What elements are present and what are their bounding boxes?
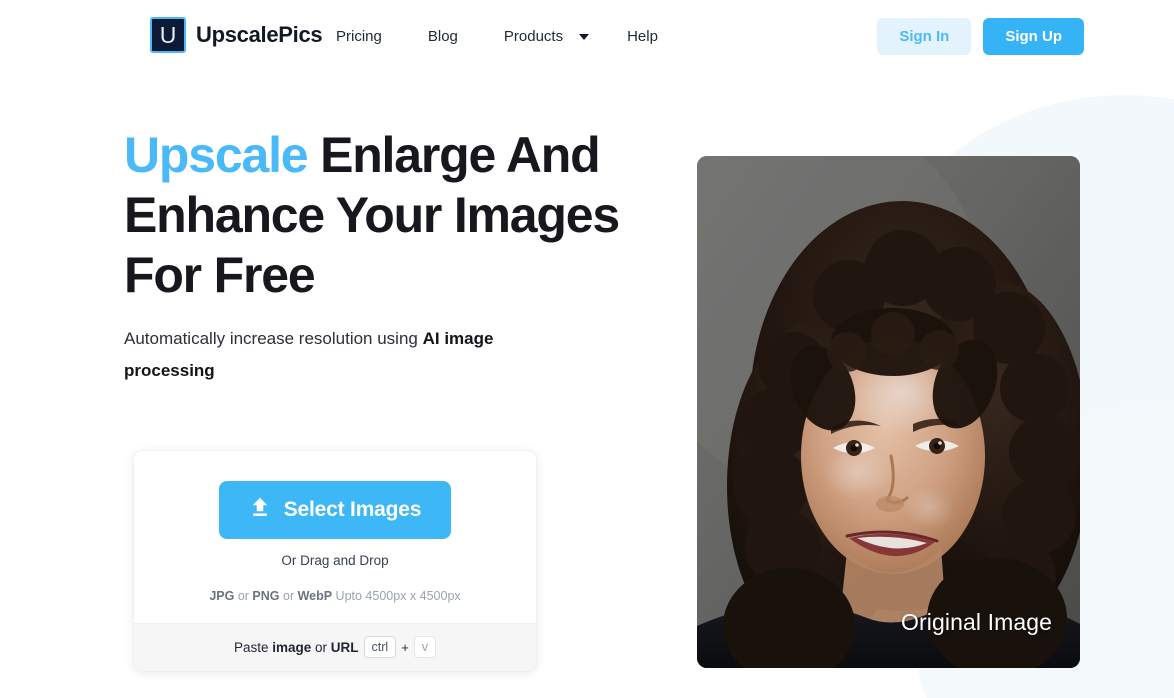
upload-card-body: Select Images Or Drag and Drop JPG or PN… (134, 451, 536, 623)
brand-logo-link[interactable]: U UpscalePics (150, 17, 323, 53)
paste-hint-text: Paste image or URL (234, 640, 359, 655)
format-separator-1: or (234, 589, 253, 603)
hero-subtitle: Automatically increase resolution using … (124, 323, 544, 387)
page-title: Upscale Enlarge And Enhance Your Images … (124, 125, 664, 305)
paste-url-label: URL (330, 639, 359, 655)
paste-hint-bar[interactable]: Paste image or URL ctrl + v (134, 623, 536, 672)
upscalepics-logo-icon: U (150, 17, 186, 53)
format-separator-2: or (279, 589, 298, 603)
site-header: U UpscalePics Pricing Blog Products Help… (0, 0, 1174, 72)
upload-card: Select Images Or Drag and Drop JPG or PN… (134, 451, 536, 672)
portrait-photo (697, 156, 1080, 668)
paste-middle-label: or (311, 639, 331, 655)
brand-name-label: UpscalePics (196, 22, 323, 47)
sign-up-button[interactable]: Sign Up (983, 18, 1084, 55)
sign-in-button[interactable]: Sign In (877, 18, 972, 55)
format-webp-label: WebP (297, 589, 333, 603)
nav-item-help[interactable]: Help (627, 24, 658, 49)
nav-item-blog[interactable]: Blog (428, 24, 458, 49)
auth-buttons: Sign In Sign Up (877, 18, 1084, 55)
select-images-button-label: Select Images (283, 498, 422, 521)
paste-image-label: image (272, 639, 312, 655)
format-jpg-label: JPG (209, 589, 235, 603)
supported-formats-hint: JPG or PNG or WebP Upto 4500px x 4500px (154, 589, 516, 603)
select-images-button[interactable]: Select Images (218, 481, 452, 539)
format-size-limit-label: Upto 4500px x 4500px (332, 589, 461, 603)
key-v: v (413, 636, 437, 659)
chevron-down-icon (579, 33, 590, 40)
key-ctrl: ctrl (363, 636, 397, 659)
original-image-caption: Original Image (901, 609, 1052, 635)
format-png-label: PNG (252, 589, 280, 603)
paste-prefix-label: Paste (233, 639, 273, 655)
upload-icon (249, 496, 271, 524)
nav-item-pricing[interactable]: Pricing (336, 24, 382, 49)
drag-and-drop-hint: Or Drag and Drop (281, 553, 389, 568)
main-navigation: Pricing Blog Products Help (336, 24, 704, 49)
original-image-preview: Original Image (697, 156, 1080, 668)
nav-item-products-label: Products (503, 28, 564, 45)
key-plus-separator: + (401, 639, 409, 655)
hero-text-block: Upscale Enlarge And Enhance Your Images … (124, 125, 664, 387)
page-title-accent: Upscale (124, 127, 309, 183)
nav-item-products[interactable]: Products (503, 24, 590, 49)
hero-subtitle-plain: Automatically increase resolution using (124, 329, 423, 348)
page-root: U UpscalePics Pricing Blog Products Help… (0, 0, 1174, 698)
